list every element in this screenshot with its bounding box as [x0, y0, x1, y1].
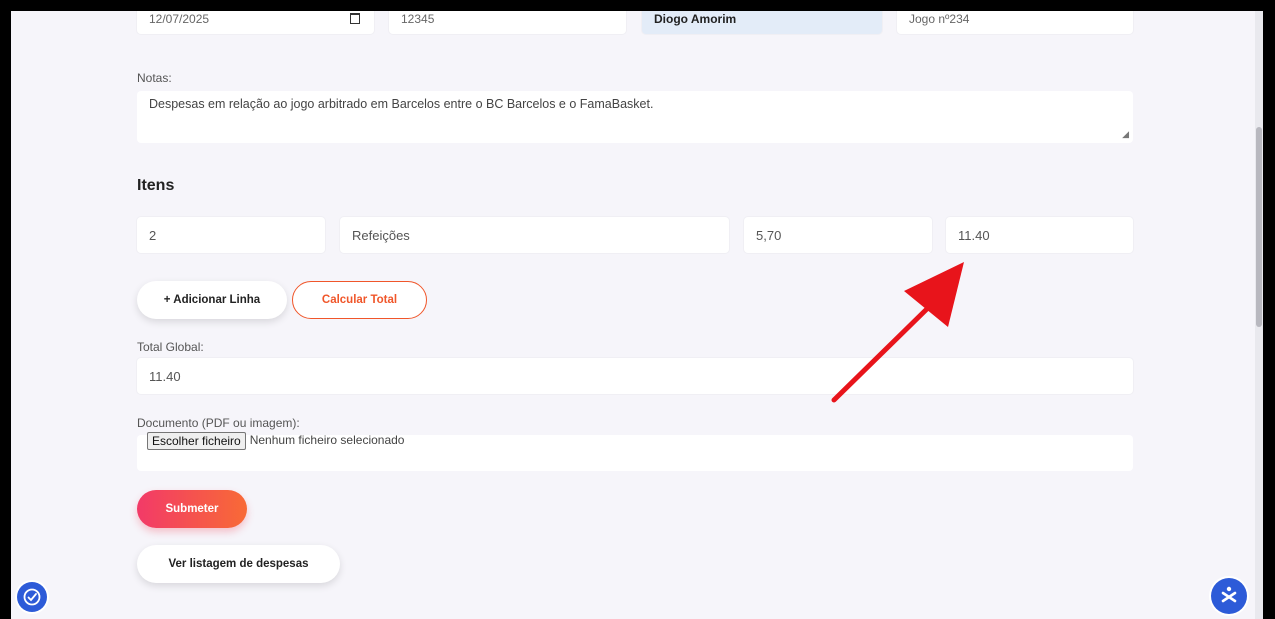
- notes-textarea[interactable]: Despesas em relação ao jogo arbitrado em…: [137, 91, 1133, 143]
- page-frame: 12/07/2025 12345 Diogo Amorim Jogo nº234…: [11, 11, 1263, 619]
- item-quantity-input[interactable]: 2: [137, 217, 325, 253]
- number-field[interactable]: 12345: [389, 11, 626, 34]
- scrollbar-thumb[interactable]: [1256, 127, 1262, 327]
- item-description-value: Refeições: [352, 227, 410, 243]
- total-value: 11.40: [149, 368, 181, 384]
- view-expenses-list-button[interactable]: Ver listagem de despesas: [137, 545, 340, 583]
- game-field[interactable]: Jogo nº234: [897, 11, 1133, 34]
- scrollbar[interactable]: [1255, 11, 1263, 619]
- date-field[interactable]: 12/07/2025: [137, 11, 374, 34]
- document-file-input[interactable]: Escolher ficheiro Nenhum ficheiro seleci…: [137, 432, 1133, 471]
- add-line-button[interactable]: + Adicionar Linha: [137, 281, 287, 319]
- item-unit-price-input[interactable]: 5,70: [744, 217, 932, 253]
- document-label: Documento (PDF ou imagem):: [137, 416, 300, 430]
- items-title: Itens: [137, 177, 175, 194]
- name-value: Diogo Amorim: [654, 12, 737, 26]
- item-total-value: 11.40: [958, 227, 990, 243]
- notes-label: Notas:: [137, 71, 172, 85]
- accessibility-glyph: [1221, 586, 1237, 603]
- game-value: Jogo nº234: [909, 12, 970, 26]
- file-status-text: Nenhum ficheiro selecionado: [249, 433, 405, 447]
- clock-check-glyph: [23, 588, 41, 606]
- name-field[interactable]: Diogo Amorim: [642, 11, 882, 34]
- date-value: 12/07/2025: [149, 12, 210, 26]
- choose-file-button[interactable]: Escolher ficheiro: [147, 432, 246, 450]
- item-quantity-value: 2: [149, 227, 157, 243]
- accessibility-icon[interactable]: [1211, 578, 1247, 614]
- item-unit-price-value: 5,70: [756, 227, 782, 243]
- clock-check-icon[interactable]: [17, 582, 47, 612]
- notes-value: Despesas em relação ao jogo arbitrado em…: [149, 97, 654, 111]
- item-description-input[interactable]: Refeições: [340, 217, 729, 253]
- submit-button[interactable]: Submeter: [137, 490, 247, 528]
- calendar-icon[interactable]: [350, 13, 360, 24]
- number-value: 12345: [401, 12, 435, 26]
- resize-grip-icon[interactable]: ◢: [1122, 129, 1129, 140]
- total-label: Total Global:: [137, 340, 204, 354]
- total-input[interactable]: 11.40: [137, 358, 1133, 394]
- item-total-input[interactable]: 11.40: [946, 217, 1133, 253]
- calculate-total-button[interactable]: Calcular Total: [292, 281, 427, 319]
